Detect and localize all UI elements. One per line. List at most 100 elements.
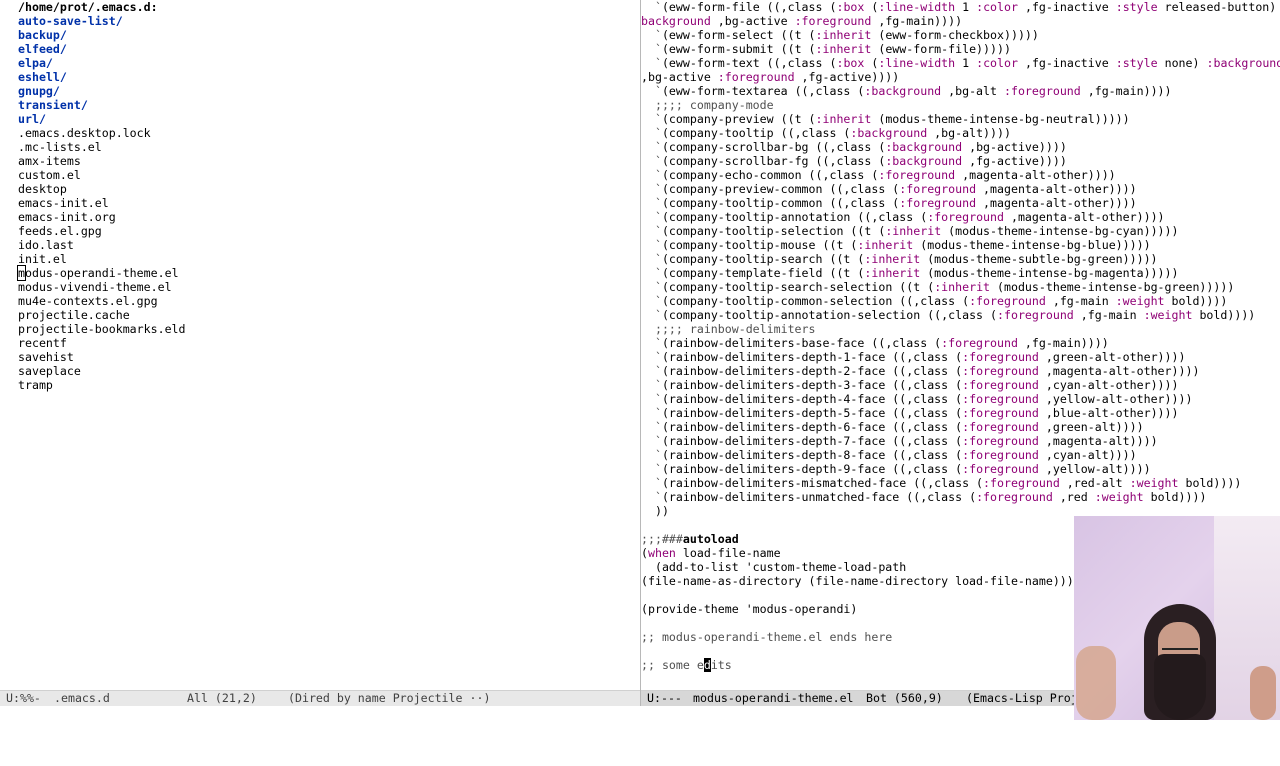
code-line[interactable]: `(rainbow-delimiters-depth-8-face ((,cla… xyxy=(641,448,1280,462)
modeline-buffer-name[interactable]: .emacs.d xyxy=(54,691,110,706)
code-line[interactable]: `(company-tooltip ((,class (:background … xyxy=(641,126,1280,140)
code-line[interactable]: `(company-tooltip-mouse ((t (:inherit (m… xyxy=(641,238,1280,252)
code-token: :foreground xyxy=(969,294,1046,308)
code-token: :foreground xyxy=(927,210,1004,224)
code-line[interactable]: ;;;; rainbow-delimiters xyxy=(641,322,1280,336)
code-token: (company-tooltip-search ((t ( xyxy=(661,252,865,266)
dired-file[interactable]: projectile.cache xyxy=(0,308,640,322)
code-token: (company-tooltip-mouse ((t ( xyxy=(661,238,858,252)
code-line[interactable]: `(rainbow-delimiters-depth-9-face ((,cla… xyxy=(641,462,1280,476)
code-token: :color xyxy=(976,0,1018,14)
code-token: ` xyxy=(641,154,662,168)
code-line[interactable]: `(eww-form-text ((,class (:box (:line-wi… xyxy=(641,56,1280,70)
dired-file[interactable]: emacs-init.org xyxy=(0,210,640,224)
code-token: (company-tooltip-common-selection ((,cla… xyxy=(661,294,970,308)
dired-file[interactable]: feeds.el.gpg xyxy=(0,224,640,238)
code-line[interactable]: `(company-preview ((t (:inherit (modus-t… xyxy=(641,112,1280,126)
code-token: ,magenta-alt-other)))) xyxy=(1003,210,1165,224)
modeline-buffer-name[interactable]: modus-operandi-theme.el xyxy=(693,691,854,706)
code-line[interactable]: `(rainbow-delimiters-depth-2-face ((,cla… xyxy=(641,364,1280,378)
code-token: ,magenta-alt-other)))) xyxy=(976,196,1137,210)
code-token: ` xyxy=(641,224,662,238)
dired-directory[interactable]: transient/ xyxy=(0,98,640,112)
code-line[interactable]: `(rainbow-delimiters-depth-7-face ((,cla… xyxy=(641,434,1280,448)
code-line[interactable]: `(company-echo-common ((,class (:foregro… xyxy=(641,168,1280,182)
code-token: :inherit xyxy=(864,266,921,280)
dired-directory[interactable]: gnupg/ xyxy=(0,84,640,98)
code-line[interactable]: `(company-tooltip-selection ((t (:inheri… xyxy=(641,224,1280,238)
code-line[interactable]: `(company-tooltip-search ((t (:inherit (… xyxy=(641,252,1280,266)
code-token: ` xyxy=(641,280,662,294)
dired-file[interactable]: init.el xyxy=(0,252,640,266)
dired-file[interactable]: modus-operandi-theme.el xyxy=(0,265,640,281)
code-line[interactable]: `(rainbow-delimiters-base-face ((,class … xyxy=(641,336,1280,350)
code-line[interactable]: `(company-tooltip-common-selection ((,cl… xyxy=(641,294,1280,308)
dired-file[interactable]: projectile-bookmarks.eld xyxy=(0,322,640,336)
left-modeline: U:%%- .emacs.d All (21,2) (Dired by name… xyxy=(0,690,640,706)
code-token: (eww-form-file ((,class ( xyxy=(661,0,837,14)
code-line[interactable]: `(company-scrollbar-fg ((,class (:backgr… xyxy=(641,154,1280,168)
code-line[interactable]: `(company-tooltip-annotation-selection (… xyxy=(641,308,1280,322)
dired-directory[interactable]: url/ xyxy=(0,112,640,126)
modeline-modes[interactable]: (Dired by name Projectile ··) xyxy=(288,691,490,706)
code-line[interactable]: background ,bg-active :foreground ,fg-ma… xyxy=(641,14,1280,28)
dired-pane[interactable]: /home/prot/.emacs.d: auto-save-list/back… xyxy=(0,0,640,690)
code-token: ( xyxy=(864,0,879,14)
dired-directory[interactable]: auto-save-list/ xyxy=(0,14,640,28)
dired-file[interactable]: tramp xyxy=(0,378,640,392)
dired-directory[interactable]: backup/ xyxy=(0,28,640,42)
directory-name: url/ xyxy=(18,112,46,126)
dired-file[interactable]: desktop xyxy=(0,182,640,196)
code-line[interactable]: `(company-scrollbar-bg ((,class (:backgr… xyxy=(641,140,1280,154)
dired-file[interactable]: savehist xyxy=(0,350,640,364)
code-line[interactable]: `(eww-form-file ((,class (:box (:line-wi… xyxy=(641,0,1280,14)
code-token: ` xyxy=(641,112,662,126)
dired-file[interactable]: .emacs.desktop.lock xyxy=(0,126,640,140)
code-line[interactable]: `(rainbow-delimiters-unmatched-face ((,c… xyxy=(641,490,1280,504)
code-line[interactable]: `(company-tooltip-search-selection ((t (… xyxy=(641,280,1280,294)
dired-file[interactable]: saveplace xyxy=(0,364,640,378)
code-line[interactable]: `(company-template-field ((t (:inherit (… xyxy=(641,266,1280,280)
code-token: :line-width xyxy=(878,0,956,14)
code-line[interactable]: `(rainbow-delimiters-depth-5-face ((,cla… xyxy=(641,406,1280,420)
code-token: :inherit xyxy=(864,252,921,266)
code-line[interactable]: `(company-tooltip-annotation ((,class (:… xyxy=(641,210,1280,224)
code-line[interactable]: `(eww-form-submit ((t (:inherit (eww-for… xyxy=(641,42,1280,56)
code-line[interactable]: ,bg-active :foreground ,fg-active)))) xyxy=(641,70,1280,84)
dired-file[interactable]: ido.last xyxy=(0,238,640,252)
code-line[interactable]: `(rainbow-delimiters-mismatched-face ((,… xyxy=(641,476,1280,490)
code-line[interactable]: `(rainbow-delimiters-depth-6-face ((,cla… xyxy=(641,420,1280,434)
code-token: ,fg-main xyxy=(1045,294,1116,308)
code-token: ,fg-main)))) xyxy=(1080,84,1172,98)
file-name: modus-vivendi-theme.el xyxy=(18,280,172,294)
dired-file[interactable]: amx-items xyxy=(0,154,640,168)
dired-file[interactable]: custom.el xyxy=(0,168,640,182)
code-token: :foreground xyxy=(962,392,1039,406)
code-token: ,bg-active xyxy=(641,70,718,84)
code-token: ` xyxy=(641,364,662,378)
code-line[interactable]: `(company-preview-common ((,class (:fore… xyxy=(641,182,1280,196)
dired-file[interactable]: recentf xyxy=(0,336,640,350)
dired-directory[interactable]: elpa/ xyxy=(0,56,640,70)
code-token: (modus-theme-intense-bg-magenta))))) xyxy=(920,266,1179,280)
code-token: (modus-theme-intense-bg-neutral))))) xyxy=(871,112,1130,126)
code-token: its xyxy=(710,658,732,672)
code-token: ` xyxy=(641,84,662,98)
modeline-modes[interactable]: (Emacs-Lisp Proj xyxy=(966,691,1078,706)
code-token: ` xyxy=(641,0,662,14)
dired-file[interactable]: emacs-init.el xyxy=(0,196,640,210)
dired-directory[interactable]: elfeed/ xyxy=(0,42,640,56)
file-name: .mc-lists.el xyxy=(18,140,102,154)
code-line[interactable]: `(rainbow-delimiters-depth-3-face ((,cla… xyxy=(641,378,1280,392)
code-token: :foreground xyxy=(899,196,977,210)
code-line[interactable]: ;;;; company-mode xyxy=(641,98,1280,112)
code-line[interactable]: `(eww-form-textarea ((,class (:backgroun… xyxy=(641,84,1280,98)
dired-file[interactable]: mu4e-contexts.el.gpg xyxy=(0,294,640,308)
code-line[interactable]: `(rainbow-delimiters-depth-1-face ((,cla… xyxy=(641,350,1280,364)
code-line[interactable]: `(company-tooltip-common ((,class (:fore… xyxy=(641,196,1280,210)
code-line[interactable]: `(eww-form-select ((t (:inherit (eww-for… xyxy=(641,28,1280,42)
dired-file[interactable]: .mc-lists.el xyxy=(0,140,640,154)
code-line[interactable]: `(rainbow-delimiters-depth-4-face ((,cla… xyxy=(641,392,1280,406)
dired-directory[interactable]: eshell/ xyxy=(0,70,640,84)
dired-file[interactable]: modus-vivendi-theme.el xyxy=(0,280,640,294)
